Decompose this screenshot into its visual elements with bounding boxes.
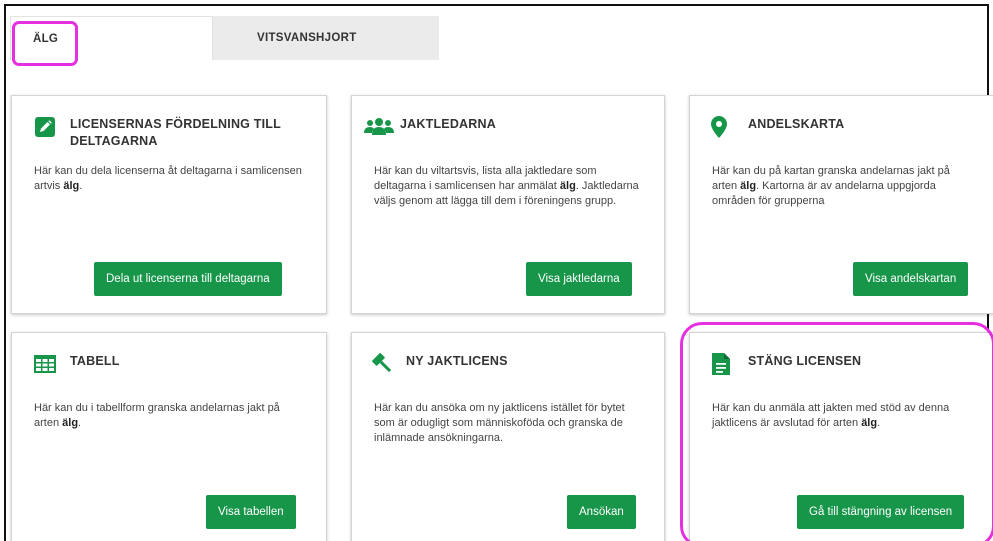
card-tabell: TABELL Här kan du i tabellform granska a… — [11, 332, 327, 541]
visa-andelskartan-button[interactable]: Visa andelskartan — [853, 262, 969, 296]
gavel-icon — [372, 353, 394, 375]
card-description: Här kan du dela licenserna åt deltagarna… — [34, 165, 302, 192]
card-title: NY JAKTLICENS — [406, 354, 508, 368]
dela-ut-licenserna-button[interactable]: Dela ut licenserna till deltagarna — [94, 262, 282, 296]
card-title: ANDELSKARTA — [748, 117, 845, 131]
map-marker-icon — [708, 116, 730, 138]
tab-highlight-annotation — [12, 21, 78, 66]
tab-vitsvanshjort[interactable]: VITSVANSHJORT — [213, 16, 439, 60]
card-description: Här kan du på kartan granska andelarnas … — [712, 165, 950, 207]
card-highlight-annotation — [680, 322, 993, 541]
group-icon — [364, 116, 394, 138]
ansokan-button[interactable]: Ansökan — [567, 495, 636, 529]
card-description: Här kan du i tabellform granska andelarn… — [34, 402, 280, 429]
card-licens-fordelning: LICENSERNAS FÖRDELNING TILL DELTAGARNA H… — [11, 95, 327, 314]
visa-tabellen-button[interactable]: Visa tabellen — [206, 495, 296, 529]
card-jaktledarna: JAKTLEDARNA Här kan du viltartsvis, list… — [351, 95, 665, 314]
card-header: ANDELSKARTA — [708, 116, 977, 138]
card-header: NY JAKTLICENS — [372, 353, 648, 375]
card-description: Här kan du viltartsvis, lista alla jaktl… — [374, 165, 639, 207]
card-ny-jaktlicens: NY JAKTLICENS Här kan du ansöka om ny ja… — [351, 332, 665, 541]
card-header: TABELL — [34, 353, 310, 375]
card-description: Här kan du ansöka om ny jaktlicens istäl… — [374, 402, 625, 444]
card-title: JAKTLEDARNA — [400, 117, 496, 131]
card-title: LICENSERNAS FÖRDELNING TILL DELTAGARNA — [70, 117, 281, 148]
card-title: TABELL — [70, 354, 120, 368]
tab-label: VITSVANSHJORT — [257, 32, 357, 44]
card-header: LICENSERNAS FÖRDELNING TILL DELTAGARNA — [34, 116, 310, 150]
card-andelskarta: ANDELSKARTA Här kan du på kartan granska… — [689, 95, 993, 314]
visa-jaktledarna-button[interactable]: Visa jaktledarna — [526, 262, 632, 296]
table-icon — [34, 353, 56, 375]
card-header: JAKTLEDARNA — [364, 116, 648, 138]
pencil-icon — [34, 116, 56, 138]
